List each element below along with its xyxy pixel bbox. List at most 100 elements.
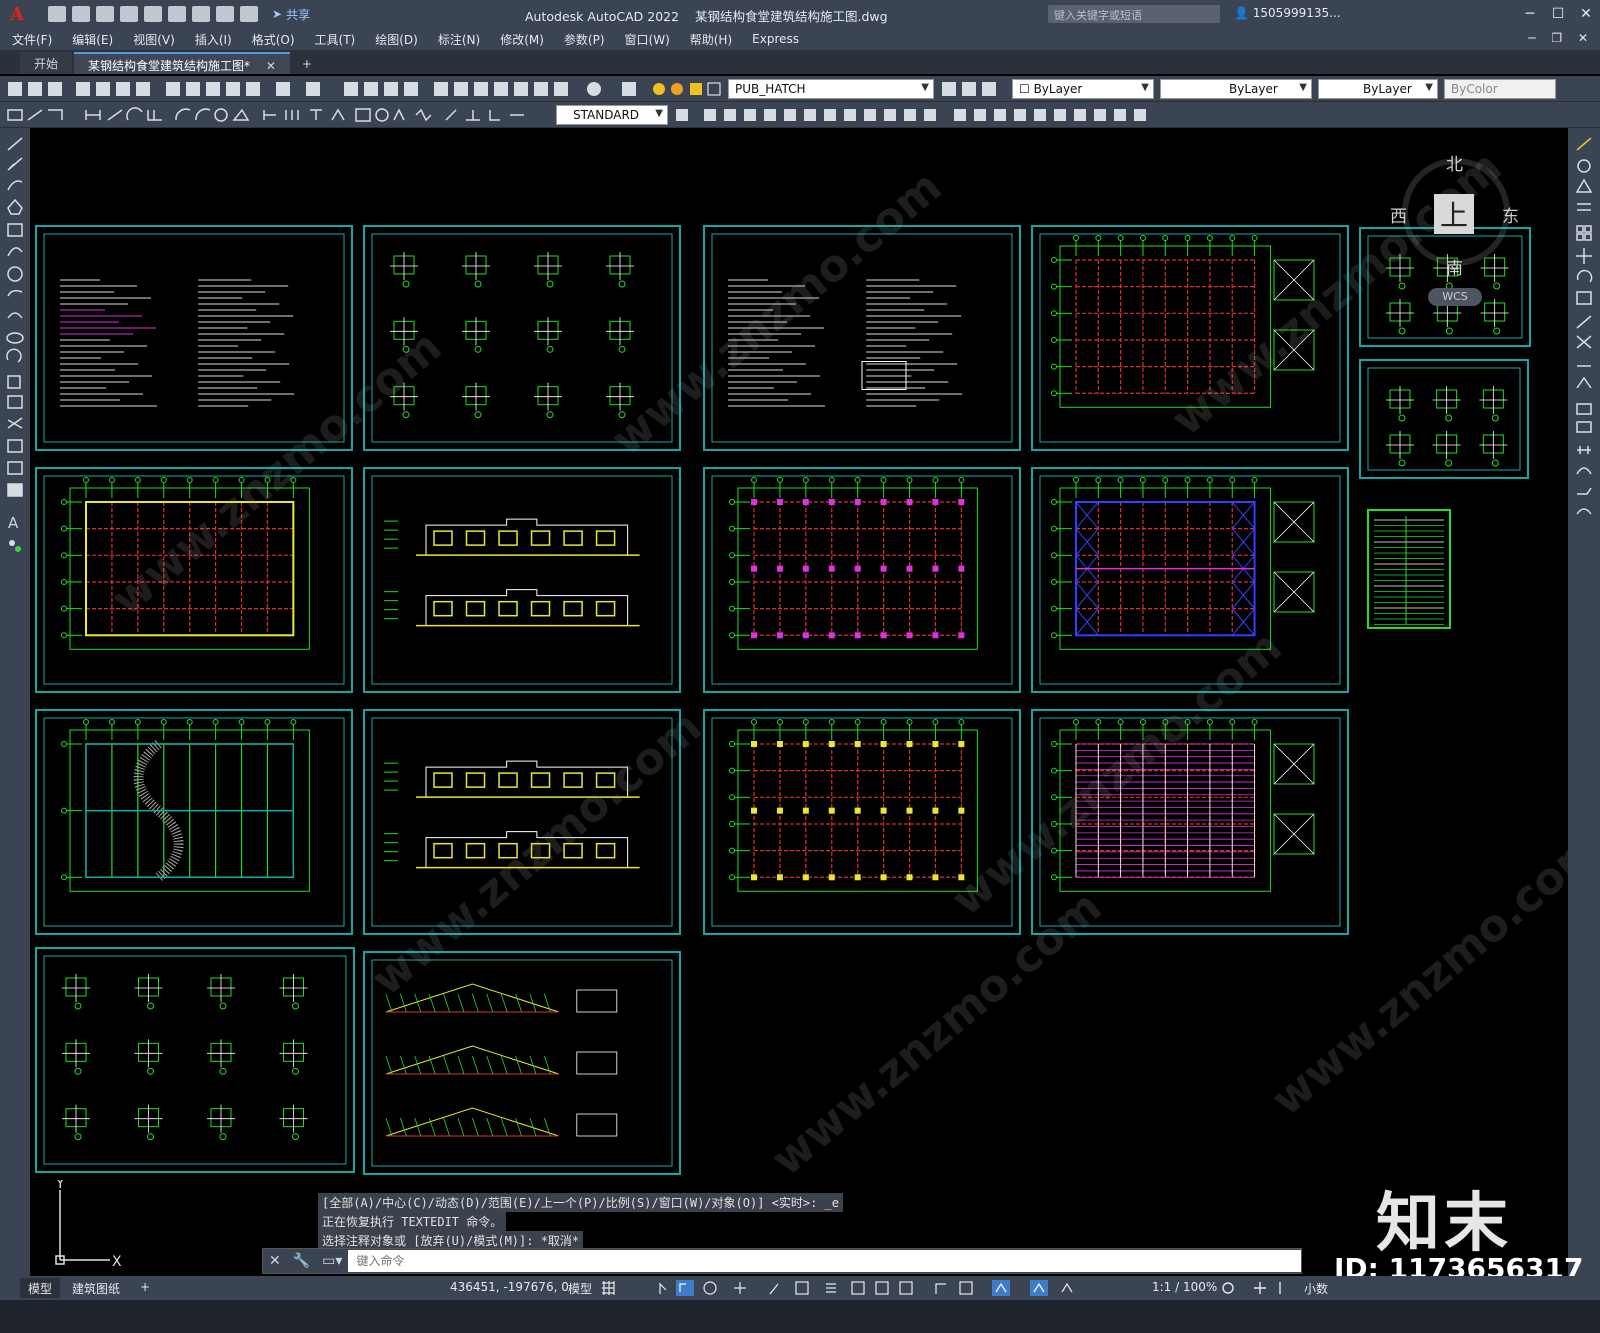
drawing-sheet — [363, 951, 681, 1175]
drawing-sheet — [1031, 709, 1349, 935]
viewcube-top-face[interactable]: 上 — [1434, 194, 1474, 234]
menu-format[interactable]: 格式(O) — [252, 31, 295, 48]
quick-access-toolbar — [34, 6, 258, 22]
window-controls: ─ ☐ ✕ — [1516, 0, 1600, 28]
svg-text:X: X — [112, 1254, 122, 1270]
menu-modify[interactable]: 修改(M) — [500, 31, 544, 48]
menu-view[interactable]: 视图(V) — [133, 31, 175, 48]
drawing-sheet — [363, 709, 681, 935]
menu-insert[interactable]: 插入(I) — [195, 31, 232, 48]
tab-close-icon[interactable]: ✕ — [266, 59, 276, 73]
redo-icon[interactable] — [240, 6, 258, 22]
compass-west[interactable]: 西 — [1390, 202, 1407, 227]
tab-start[interactable]: 开始 — [20, 52, 73, 74]
model-space-drawing — [35, 225, 1531, 1175]
plotstyle-dropdown[interactable]: ByColor — [1444, 79, 1556, 99]
taskbar-strip — [0, 1300, 1600, 1333]
drawing-canvas[interactable]: www.znzmo.com www.znzmo.com www.znzmo.co… — [30, 128, 1568, 1292]
maximize-icon[interactable]: ☐ — [1544, 0, 1572, 28]
text-tool-icon[interactable]: A — [8, 514, 18, 532]
tab-model[interactable]: 模型 — [20, 1278, 61, 1298]
modify-tool-icons[interactable] — [1568, 134, 1600, 534]
cursor-coordinates[interactable]: 436451, -197676, 0 — [450, 1280, 569, 1294]
view-toolbar-icons[interactable] — [674, 106, 1174, 124]
user-name: 1505999135... — [1252, 6, 1341, 20]
linetype-dropdown[interactable]: ByLayer ▼ — [1160, 79, 1312, 99]
layer-dropdown[interactable]: PUB_HATCH ▼ — [728, 79, 934, 99]
drawing-sheet — [363, 225, 681, 451]
undo-icon[interactable] — [216, 6, 234, 22]
modify-tool-palette — [1568, 128, 1600, 1292]
drawing-sheet — [35, 709, 353, 935]
drawing-sheet — [35, 947, 355, 1173]
minimize-icon[interactable]: ─ — [1516, 0, 1544, 28]
app-title: Autodesk AutoCAD 2022 — [525, 9, 680, 24]
autocad-window: A ➤ 共享 Autodesk AutoCAD 2022 某钢结构食堂建筑结构施… — [0, 0, 1600, 1333]
text-style-dropdown[interactable]: STANDARD ▼ — [556, 105, 668, 125]
menu-file[interactable]: 文件(F) — [12, 31, 52, 48]
plot-icon[interactable] — [192, 6, 210, 22]
save-web-icon[interactable] — [168, 6, 186, 22]
compass-south[interactable]: 南 — [1446, 254, 1463, 279]
compass-north[interactable]: 北 — [1446, 150, 1463, 175]
user-account[interactable]: 👤 1505999135... — [1234, 6, 1341, 20]
tab-start-label: 开始 — [34, 57, 59, 71]
file-name: 某钢结构食堂建筑结构施工图.dwg — [695, 9, 888, 24]
drawing-sheet — [703, 467, 1021, 693]
open-web-icon[interactable] — [144, 6, 162, 22]
dimension-toolbar-icons[interactable] — [6, 106, 551, 124]
brand-watermark: 知末 — [1376, 1187, 1512, 1261]
add-layout-button[interactable]: + — [132, 1278, 158, 1298]
workspace-icons[interactable] — [1220, 1280, 1290, 1296]
menu-express[interactable]: Express — [752, 32, 799, 46]
standard-toolbar-icons[interactable] — [6, 80, 646, 98]
share-button[interactable]: ➤ 共享 — [272, 6, 310, 23]
menu-draw[interactable]: 绘图(D) — [375, 31, 418, 48]
tab-drawing-label: 某钢结构食堂建筑结构施工图* — [88, 59, 251, 73]
command-input[interactable] — [348, 1250, 1301, 1272]
save-icon[interactable] — [96, 6, 114, 22]
menu-parametric[interactable]: 参数(P) — [564, 31, 605, 48]
compass-east[interactable]: 东 — [1502, 202, 1519, 227]
new-tab-button[interactable]: + — [292, 54, 322, 74]
save-as-icon[interactable] — [120, 6, 138, 22]
new-file-icon[interactable] — [48, 6, 66, 22]
draw-tool-icons[interactable] — [0, 134, 30, 574]
menu-window[interactable]: 窗口(W) — [625, 31, 670, 48]
customize-command-icon[interactable]: 🔧 — [287, 1253, 316, 1269]
tab-drawing[interactable]: 某钢结构食堂建筑结构施工图* ✕ — [74, 52, 290, 74]
autocad-logo[interactable]: A — [0, 0, 34, 28]
text-style-value: STANDARD — [573, 108, 640, 122]
close-window-icon[interactable]: ✕ — [1572, 0, 1600, 28]
color-dropdown[interactable]: ☐ ByLayer ▼ — [1012, 79, 1154, 99]
linetype-value: ByLayer — [1229, 82, 1278, 96]
document-window-controls[interactable]: ─ ❐ ✕ — [1528, 31, 1594, 45]
viewcube[interactable]: 北 西 东 南 上 — [1390, 150, 1519, 279]
menu-dimension[interactable]: 标注(N) — [438, 31, 480, 48]
lineweight-dropdown[interactable]: ByLayer ▼ — [1318, 79, 1438, 99]
model-space-toggle[interactable]: 模型 — [560, 1278, 600, 1298]
annotation-scale[interactable]: 1:1 / 100% — [1144, 1278, 1225, 1298]
drawing-sheet — [35, 225, 353, 451]
layer-tools-icons[interactable] — [940, 80, 1006, 98]
add-selected-icon[interactable] — [7, 538, 23, 554]
color-swatch-icon: ☐ — [1019, 82, 1034, 96]
close-command-icon[interactable]: ✕ — [263, 1253, 287, 1269]
ucs-icon: Y X — [55, 1180, 122, 1270]
user-icon: 👤 — [1234, 6, 1249, 20]
help-search-input[interactable]: 键入关键字或短语 — [1048, 5, 1220, 23]
recent-commands-icon[interactable]: ▭▾ — [316, 1253, 348, 1269]
layer-value: PUB_HATCH — [735, 82, 806, 96]
menu-help[interactable]: 帮助(H) — [690, 31, 732, 48]
drawing-sheet — [1031, 225, 1349, 451]
units-display[interactable]: 小数 — [1296, 1278, 1336, 1298]
menu-edit[interactable]: 编辑(E) — [72, 31, 113, 48]
wcs-menu[interactable]: WCS — [1428, 288, 1482, 306]
menu-bar: 文件(F) 编辑(E) 视图(V) 插入(I) 格式(O) 工具(T) 绘图(D… — [0, 28, 1600, 50]
document-tabs: 开始 某钢结构食堂建筑结构施工图* ✕ + — [0, 50, 1600, 74]
dimension-toolbar: STANDARD ▼ — [0, 102, 1600, 128]
open-file-icon[interactable] — [72, 6, 90, 22]
menu-tools[interactable]: 工具(T) — [315, 31, 356, 48]
tab-layout[interactable]: 建筑图纸 — [64, 1278, 128, 1298]
drafting-aids-icons[interactable] — [600, 1280, 1160, 1296]
